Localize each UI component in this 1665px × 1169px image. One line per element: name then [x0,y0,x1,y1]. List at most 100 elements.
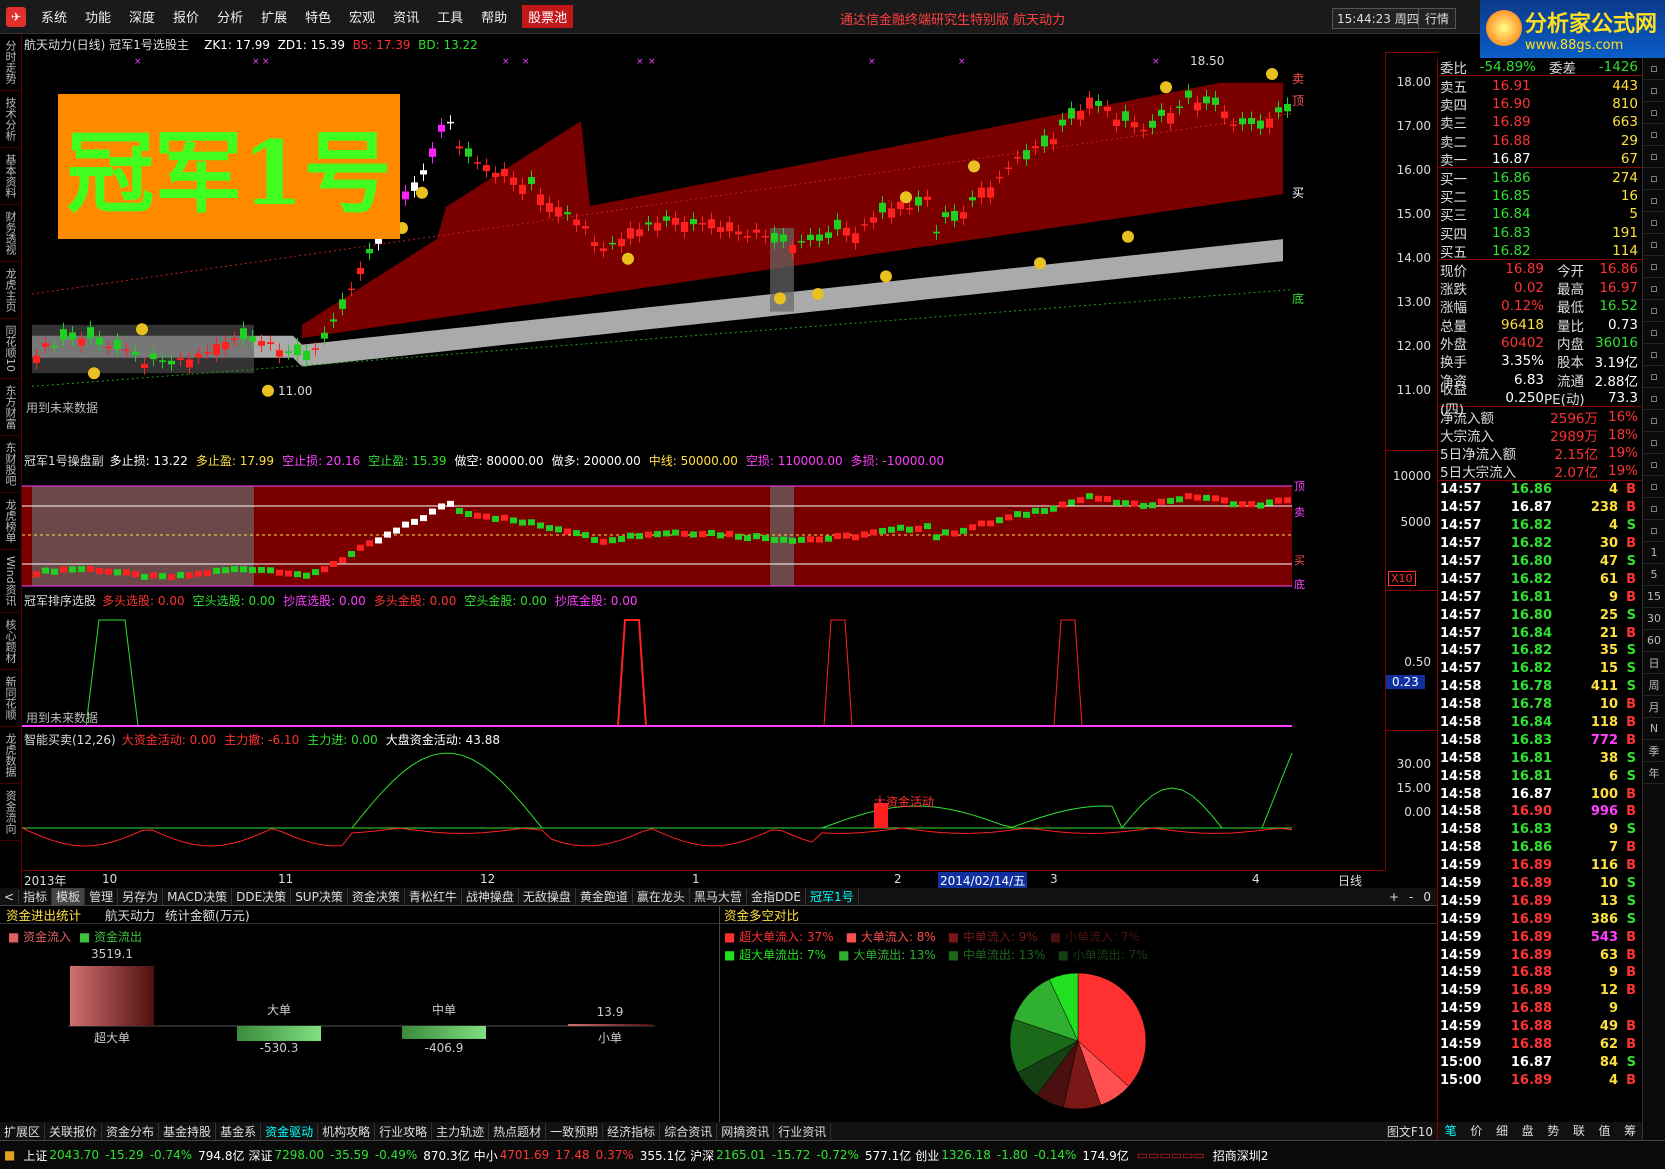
index-name[interactable]: 创业 [915,1147,939,1164]
tool-icon[interactable]: ▫ [1643,190,1665,212]
template-tab[interactable]: 冠军1号 [806,888,859,905]
period-button[interactable]: 60 [1643,630,1665,652]
left-tab[interactable]: 东财股吧 [0,436,20,493]
extension-tab[interactable]: 行业攻略 [375,1122,433,1140]
period-button[interactable]: 月 [1643,696,1665,718]
template-tab[interactable]: 黑马大营 [690,888,747,905]
left-tab[interactable]: 技术分析 [0,91,20,148]
period-button[interactable]: N [1643,718,1665,740]
left-tab[interactable]: 龙虎主页 [0,262,20,319]
tool-icon[interactable]: ▫ [1643,212,1665,234]
left-tab[interactable]: 核心题材 [0,613,20,670]
app-logo-icon[interactable]: ✈ [6,6,26,27]
extension-tab[interactable]: 主力轨迹 [432,1122,490,1140]
tool-icon[interactable]: ▫ [1643,146,1665,168]
index-name[interactable]: 沪深 [690,1147,714,1164]
menu-item[interactable]: 宏观 [340,7,384,26]
collapse-icon[interactable]: < [0,889,20,904]
period-label[interactable]: 日线 [1338,872,1362,889]
menu-item[interactable]: 功能 [76,7,120,26]
extension-tab[interactable]: 机构攻略 [318,1122,376,1140]
tool-icon[interactable]: ▫ [1643,278,1665,300]
left-tab[interactable]: 分时走势 [0,34,20,91]
ranking-chart[interactable]: 用到未来数据 [22,608,1385,728]
quote-tab[interactable]: 联 [1573,1122,1585,1140]
menu-item[interactable]: 深度 [120,7,164,26]
broker-name[interactable]: 招商深圳2 [1213,1147,1269,1164]
period-button[interactable]: 30 [1643,608,1665,630]
left-tab[interactable]: 龙虎数据 [0,727,20,784]
quote-button[interactable]: 行情 [1418,8,1457,29]
menu-item[interactable]: 特色 [296,7,340,26]
period-button[interactable]: 日 [1643,652,1665,674]
template-tab[interactable]: DDE决策 [232,888,292,905]
menu-item[interactable]: 资讯 [384,7,428,26]
smart-trade-chart[interactable]: 大资金活动 [22,748,1385,868]
extension-tab[interactable]: 一致预期 [546,1122,604,1140]
zoom-button[interactable]: + [1389,890,1399,904]
quote-tab[interactable]: 价 [1470,1122,1482,1140]
left-tab[interactable]: 资金流向 [0,784,20,841]
template-tab[interactable]: 模板 [52,888,86,905]
tool-icon[interactable]: ▫ [1643,102,1665,124]
quote-tab[interactable]: 值 [1599,1122,1611,1140]
tool-icon[interactable]: ▫ [1643,520,1665,542]
template-tab[interactable]: 另存为 [118,888,164,905]
tool-icon[interactable]: ▫ [1643,388,1665,410]
extension-tab[interactable]: 网摘资讯 [717,1122,775,1140]
menu-item[interactable]: 帮助 [472,7,516,26]
tool-icon[interactable]: ▫ [1643,80,1665,102]
tool-icon[interactable]: ▫ [1643,476,1665,498]
tool-icon[interactable]: ▫ [1643,344,1665,366]
index-name[interactable]: 深证 [248,1147,272,1164]
template-tab[interactable]: 金指DDE [747,888,807,905]
template-tab[interactable]: 赢在龙头 [633,888,690,905]
left-tab[interactable]: 东方财富 [0,379,20,436]
extension-tab[interactable]: 综合资讯 [660,1122,718,1140]
zoom-button[interactable]: - [1409,890,1413,904]
tool-icon[interactable]: ▫ [1643,300,1665,322]
tool-icon[interactable]: ▫ [1643,454,1665,476]
index-name[interactable]: 上证 [23,1147,47,1164]
quote-tab[interactable]: 细 [1496,1122,1508,1140]
template-tab[interactable]: MACD决策 [163,888,233,905]
stock-pool-button[interactable]: 股票池 [522,5,574,28]
extension-tab[interactable]: 经济指标 [603,1122,661,1140]
template-tab[interactable]: 战神操盘 [462,888,519,905]
period-button[interactable]: 1 [1643,542,1665,564]
template-tab[interactable]: 资金决策 [348,888,405,905]
tool-icon[interactable]: ▫ [1643,58,1665,80]
f10-button[interactable]: 图文F10 [1387,1123,1437,1140]
template-tab[interactable]: 指标 [19,888,53,905]
period-button[interactable]: 季 [1643,740,1665,762]
extension-tab[interactable]: 基金持股 [159,1122,217,1140]
left-tab[interactable]: 新同花顺 [0,670,20,727]
menu-item[interactable]: 报价 [164,7,208,26]
period-button[interactable]: 周 [1643,674,1665,696]
left-tab[interactable]: Wind资讯 [0,550,20,613]
left-tab[interactable]: 同花顺10 [0,319,20,379]
template-tab[interactable]: 黄金跑道 [576,888,633,905]
tool-icon[interactable]: ▫ [1643,410,1665,432]
extension-tab[interactable]: 扩展区 [0,1122,46,1140]
tool-icon[interactable]: ▫ [1643,234,1665,256]
extension-tab[interactable]: 资金分布 [102,1122,160,1140]
extension-tab[interactable]: 基金系 [216,1122,262,1140]
index-name[interactable]: 中小 [474,1147,498,1164]
brand-banner[interactable]: 分析家公式网 www.88gs.com [1480,0,1665,58]
extension-tab[interactable]: 热点题材 [489,1122,547,1140]
tool-icon[interactable]: ▫ [1643,168,1665,190]
template-tab[interactable]: SUP决策 [291,888,348,905]
quote-tab[interactable]: 势 [1547,1122,1559,1140]
quote-tab[interactable]: 笔 [1445,1122,1457,1140]
operation-chart[interactable]: 顶卖买底 [22,468,1385,590]
quote-tab[interactable]: 盘 [1522,1122,1534,1140]
tool-icon[interactable]: ▫ [1643,322,1665,344]
tool-icon[interactable]: ▫ [1643,432,1665,454]
tool-icon[interactable]: ▫ [1643,498,1665,520]
template-tab[interactable]: 青松红牛 [405,888,462,905]
extension-tab[interactable]: 关联报价 [45,1122,103,1140]
tool-icon[interactable]: ▫ [1643,366,1665,388]
period-button[interactable]: 15 [1643,586,1665,608]
extension-tab[interactable]: 资金驱动 [261,1122,319,1140]
